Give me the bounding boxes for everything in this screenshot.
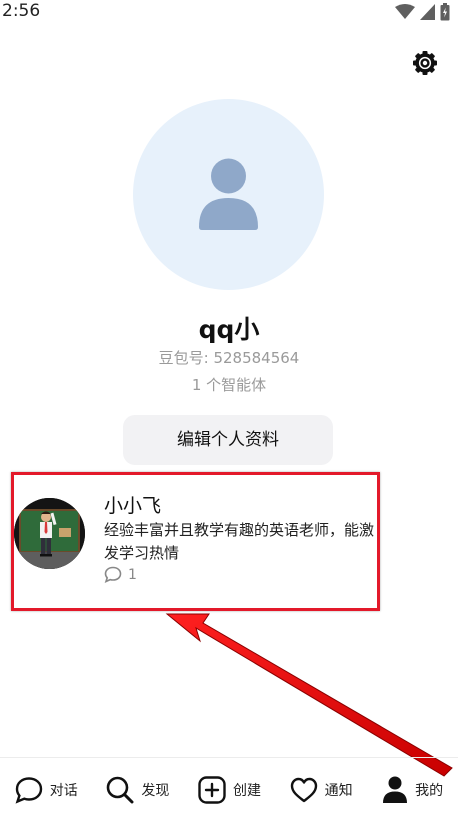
tab-label: 对话: [49, 782, 78, 799]
tab-label: 我的: [415, 782, 444, 799]
chat-icon: [15, 776, 42, 804]
tab-label: 创建: [232, 782, 261, 799]
tab-label: 通知: [324, 782, 353, 799]
wifi-icon: [395, 4, 415, 19]
edit-profile-button[interactable]: 编辑个人资料: [123, 415, 333, 465]
settings-button[interactable]: [410, 48, 440, 78]
tab-notifications[interactable]: 通知: [275, 758, 367, 821]
tab-create[interactable]: 创建: [183, 758, 275, 821]
profile-icon: [383, 776, 408, 803]
person-icon: [199, 158, 258, 230]
signal-icon: [420, 4, 435, 20]
highlight-box: [11, 472, 380, 611]
profile-name: qq小: [198, 315, 260, 344]
tab-discover[interactable]: 发现: [92, 758, 184, 821]
tab-me[interactable]: 我的: [366, 758, 458, 821]
heart-icon: [290, 777, 317, 802]
agent-count: 1 个智能体: [191, 376, 267, 394]
status-icons: [395, 2, 450, 22]
search-icon: [107, 776, 134, 803]
status-time: 2:56: [2, 1, 41, 21]
profile-avatar[interactable]: [133, 99, 324, 290]
tab-label: 发现: [141, 782, 170, 799]
gear-icon: [413, 51, 437, 75]
status-bar: 2:56: [0, 0, 458, 24]
add-icon: [198, 775, 226, 804]
tab-chat[interactable]: 对话: [0, 758, 92, 821]
profile-id: 豆包号: 528584564: [158, 349, 300, 367]
battery-icon: [440, 3, 450, 21]
bottom-tab-bar: 对话 发现 创建 通知 我的: [0, 757, 458, 821]
